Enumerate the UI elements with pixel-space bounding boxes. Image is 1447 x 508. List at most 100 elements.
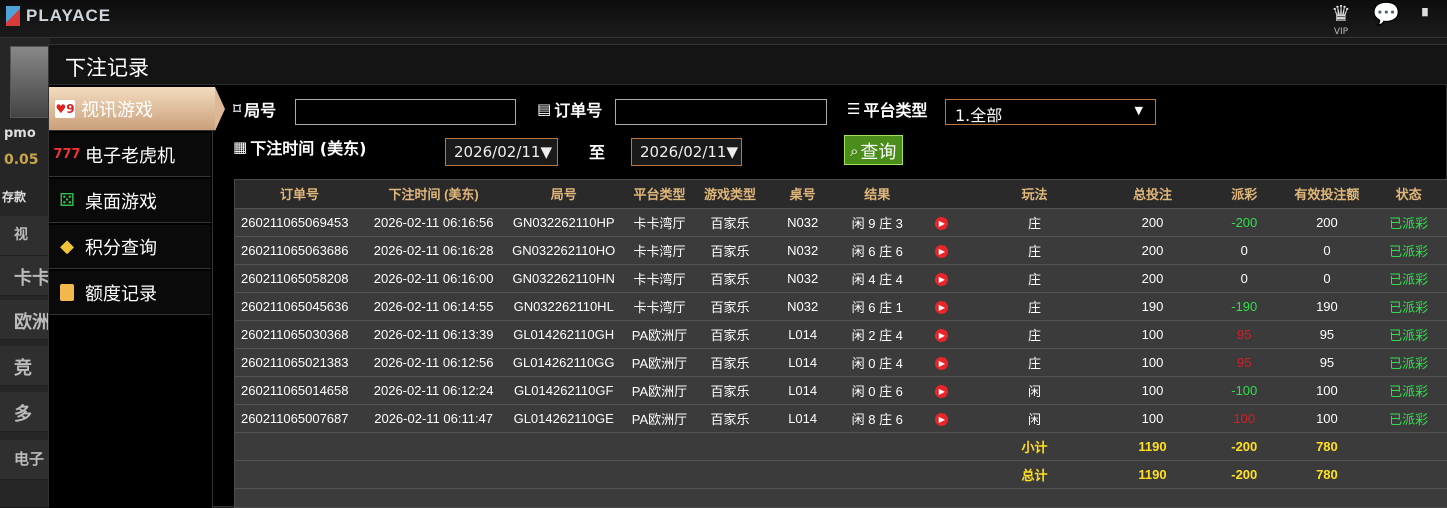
round-no-cell: GN032262110HL	[503, 292, 625, 321]
more-icon[interactable]: ▘	[1422, 2, 1433, 32]
summary-cell: 总计	[969, 460, 1101, 489]
date-to-picker[interactable]: 2026/02/11▼	[631, 138, 742, 166]
nav-item-table-games[interactable]: ⚄ 桌面游戏	[49, 179, 211, 223]
play-video-icon[interactable]: ▶	[935, 413, 949, 426]
nav-label: 桌面游戏	[85, 191, 157, 213]
bet-time-cell: 2026-02-11 06:11:47	[364, 404, 504, 433]
total-bet-cell: 100	[1100, 348, 1205, 377]
total-bet-cell: 100	[1100, 404, 1205, 433]
nav-item-live-games[interactable]: ♥9 视讯游戏	[49, 87, 225, 131]
chat-icon[interactable]: 💬	[1373, 2, 1400, 28]
bet-time-cell: 2026-02-11 06:13:39	[364, 320, 504, 349]
status-cell: 已派彩	[1370, 376, 1447, 405]
round-input[interactable]	[295, 99, 516, 125]
bet-type-cell: 庄	[969, 208, 1101, 237]
brand-name: PLAYACE	[26, 6, 112, 25]
replay-cell: ▶	[914, 208, 969, 237]
bet-type-cell: 庄	[969, 320, 1101, 349]
play-video-icon[interactable]: ▶	[935, 245, 949, 258]
col-order-no: 订单号	[235, 180, 365, 209]
order-no-cell: 260211065058208	[235, 264, 365, 293]
game-type-cell: 百家乐	[694, 292, 766, 321]
payout-cell: -200	[1204, 208, 1284, 237]
play-video-icon[interactable]: ▶	[935, 385, 949, 398]
replay-cell: ▶	[914, 348, 969, 377]
nav-item-slots[interactable]: 777 电子老虎机	[49, 133, 211, 177]
summary-cell	[1370, 460, 1447, 489]
payout-cell: 0	[1204, 264, 1284, 293]
summary-cell	[235, 460, 365, 489]
table-row: 260211065007687 2026-02-11 06:11:47 GL0142…	[235, 404, 1447, 433]
col-replay	[914, 180, 969, 209]
date-from-picker[interactable]: 2026/02/11▼	[445, 138, 558, 166]
modal-title: 下注记录	[49, 45, 1447, 85]
col-bet-time: 下注时间 (美东)	[364, 180, 504, 209]
replay-cell: ▶	[914, 404, 969, 433]
order-no-cell: 260211065045636	[235, 292, 365, 321]
summary-cell	[235, 432, 365, 461]
search-icon: ⌕	[850, 141, 859, 160]
col-payout: 派彩	[1204, 180, 1284, 209]
replay-cell: ▶	[914, 264, 969, 293]
chevron-down-icon: ▼	[726, 143, 739, 161]
play-video-icon[interactable]: ▶	[935, 301, 949, 314]
platform-select[interactable]: 1.全部 ▼	[945, 99, 1156, 125]
total-bet-cell: 100	[1100, 320, 1205, 349]
summary-cell	[364, 460, 504, 489]
document-icon	[55, 282, 79, 304]
nav-item-points[interactable]: ◆ 积分查询	[49, 225, 211, 269]
round-no-cell: GN032262110HP	[503, 208, 625, 237]
platform-label: ☰ 平台类型	[847, 100, 928, 120]
platform-cell: PA欧洲厅	[624, 348, 695, 377]
valid-bet-cell: 100	[1283, 376, 1371, 405]
col-table-no: 桌号	[765, 180, 840, 209]
replay-cell: ▶	[914, 376, 969, 405]
order-input[interactable]	[615, 99, 827, 125]
play-video-icon[interactable]: ▶	[935, 217, 949, 230]
bet-type-cell: 闲	[969, 376, 1101, 405]
col-game-type: 游戏类型	[694, 180, 766, 209]
tag-icon: ⌑	[233, 100, 242, 118]
summary-cell	[503, 460, 625, 489]
query-button[interactable]: ⌕ 查询	[844, 135, 904, 165]
round-no-cell: GL014262110GG	[503, 348, 625, 377]
play-video-icon[interactable]: ▶	[935, 357, 949, 370]
diamond-icon: ◆	[60, 236, 74, 257]
total-bet-cell: 100	[1100, 376, 1205, 405]
platform-cell: PA欧洲厅	[624, 404, 695, 433]
bet-type-cell: 庄	[969, 264, 1101, 293]
summary-cell	[364, 432, 504, 461]
bet-time-cell: 2026-02-11 06:14:55	[364, 292, 504, 321]
summary-cell: 小计	[969, 432, 1101, 461]
bg-balance: 0.05	[4, 152, 39, 168]
valid-bet-cell: 0	[1283, 264, 1371, 293]
table-no-cell: L014	[765, 320, 840, 349]
bet-time-cell: 2026-02-11 06:16:28	[364, 236, 504, 265]
result-cell: 闲 6 庄 1	[839, 292, 915, 321]
play-video-icon[interactable]: ▶	[935, 273, 949, 286]
logo[interactable]: PLAYACE	[6, 6, 111, 26]
nav-item-credit-records[interactable]: 额度记录	[49, 271, 211, 315]
valid-bet-cell: 0	[1283, 236, 1371, 265]
replay-cell: ▶	[914, 320, 969, 349]
avatar	[10, 46, 50, 118]
summary-cell	[765, 460, 840, 489]
summary-cell: -200	[1204, 460, 1284, 489]
summary-cell: -200	[1204, 432, 1284, 461]
dice-icon: ⚄	[59, 190, 75, 211]
col-round-no: 局号	[503, 180, 625, 209]
vip-crown-icon[interactable]: ♛ VIP	[1331, 2, 1351, 37]
col-status: 状态	[1370, 180, 1447, 209]
result-cell: 闲 8 庄 6	[839, 404, 915, 433]
round-no-cell: GL014262110GE	[503, 404, 625, 433]
table-row: 260211065014658 2026-02-11 06:12:24 GL0142…	[235, 376, 1447, 405]
summary-cell	[694, 432, 766, 461]
order-no-cell: 260211065014658	[235, 376, 365, 405]
round-no-cell: GN032262110HO	[503, 236, 625, 265]
table-no-cell: L014	[765, 404, 840, 433]
category-sidenav: ♥9 视讯游戏 777 电子老虎机 ⚄ 桌面游戏 ◆ 积分查询 额度记录	[49, 87, 225, 508]
order-no-cell: 260211065069453	[235, 208, 365, 237]
play-video-icon[interactable]: ▶	[935, 329, 949, 342]
col-platform: 平台类型	[624, 180, 695, 209]
result-cell: 闲 4 庄 4	[839, 264, 915, 293]
